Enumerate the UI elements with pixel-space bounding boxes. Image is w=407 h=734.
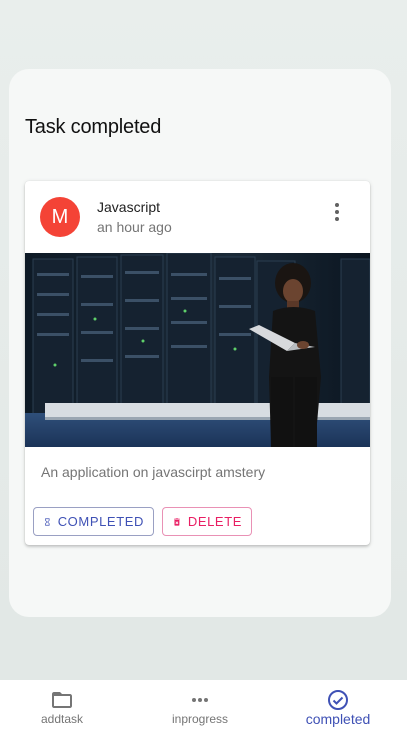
task-card: M Javascript an hour ago An application …	[25, 181, 370, 545]
avatar: M	[40, 197, 80, 237]
card-title: Javascript	[97, 199, 161, 215]
delete-icon	[174, 517, 180, 526]
more-vert-icon[interactable]	[324, 199, 350, 225]
nav-item-completed[interactable]: completed	[278, 680, 398, 734]
panel-title: Task completed	[25, 116, 162, 138]
completed-button[interactable]: COMPLETED	[33, 507, 154, 536]
completed-button-label: COMPLETED	[57, 514, 144, 529]
nav-label-addtask: addtask	[40, 712, 84, 726]
card-subheader: an hour ago	[97, 219, 172, 235]
nav-label-inprogress: inprogress	[171, 712, 229, 726]
check-circle-icon	[328, 690, 348, 710]
hourglass-icon	[45, 517, 50, 526]
bottom-navigation: addtask inprogress completed	[0, 680, 407, 734]
nav-item-inprogress[interactable]: inprogress	[140, 680, 260, 734]
folder-icon	[52, 692, 72, 708]
delete-button[interactable]: DELETE	[162, 507, 252, 536]
nav-item-addtask[interactable]: addtask	[2, 680, 122, 734]
delete-button-label: DELETE	[187, 514, 242, 529]
completed-panel: Task completed M Javascript an hour ago	[9, 69, 391, 617]
card-media-image	[25, 253, 370, 447]
card-description: An application on javascirpt amstery	[41, 464, 266, 480]
more-horiz-icon	[192, 698, 208, 702]
nav-label-completed: completed	[305, 711, 371, 727]
